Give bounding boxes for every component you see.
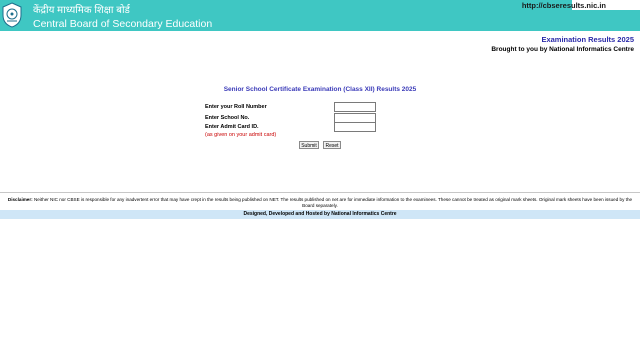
admit-card-note: (as given on your admit card) bbox=[205, 132, 277, 138]
roll-number-input[interactable] bbox=[334, 102, 376, 112]
divider bbox=[0, 192, 640, 193]
footer-credit: Designed, Developed and Hosted by Nation… bbox=[0, 210, 640, 219]
form-title: Senior School Certificate Examination (C… bbox=[223, 86, 417, 93]
disclaimer: Disclaimer: Neither NIC nor CBSE is resp… bbox=[2, 197, 638, 209]
cbse-logo-icon bbox=[2, 2, 22, 28]
org-name-hindi: केंद्रीय माध्यमिक शिक्षा बोर्ड bbox=[33, 5, 130, 16]
disclaimer-text: Neither NIC nor CBSE is responsible for … bbox=[32, 197, 633, 208]
org-name-english: Central Board of Secondary Education bbox=[33, 18, 213, 30]
roll-number-label: Enter your Roll Number bbox=[205, 104, 267, 110]
reset-button[interactable]: Reset bbox=[323, 141, 341, 149]
school-number-label: Enter School No. bbox=[205, 115, 250, 121]
submit-button[interactable]: Submit bbox=[299, 141, 319, 149]
admit-card-label: Enter Admit Card ID. bbox=[205, 124, 259, 130]
disclaimer-label: Disclaimer: bbox=[7, 197, 33, 202]
brought-by-text: Brought to you by National Informatics C… bbox=[491, 46, 634, 53]
site-url-link[interactable]: http://cbseresults.nic.in bbox=[522, 1, 606, 10]
exam-results-title: Examination Results 2025 bbox=[541, 35, 634, 44]
admit-card-input[interactable] bbox=[334, 122, 376, 132]
